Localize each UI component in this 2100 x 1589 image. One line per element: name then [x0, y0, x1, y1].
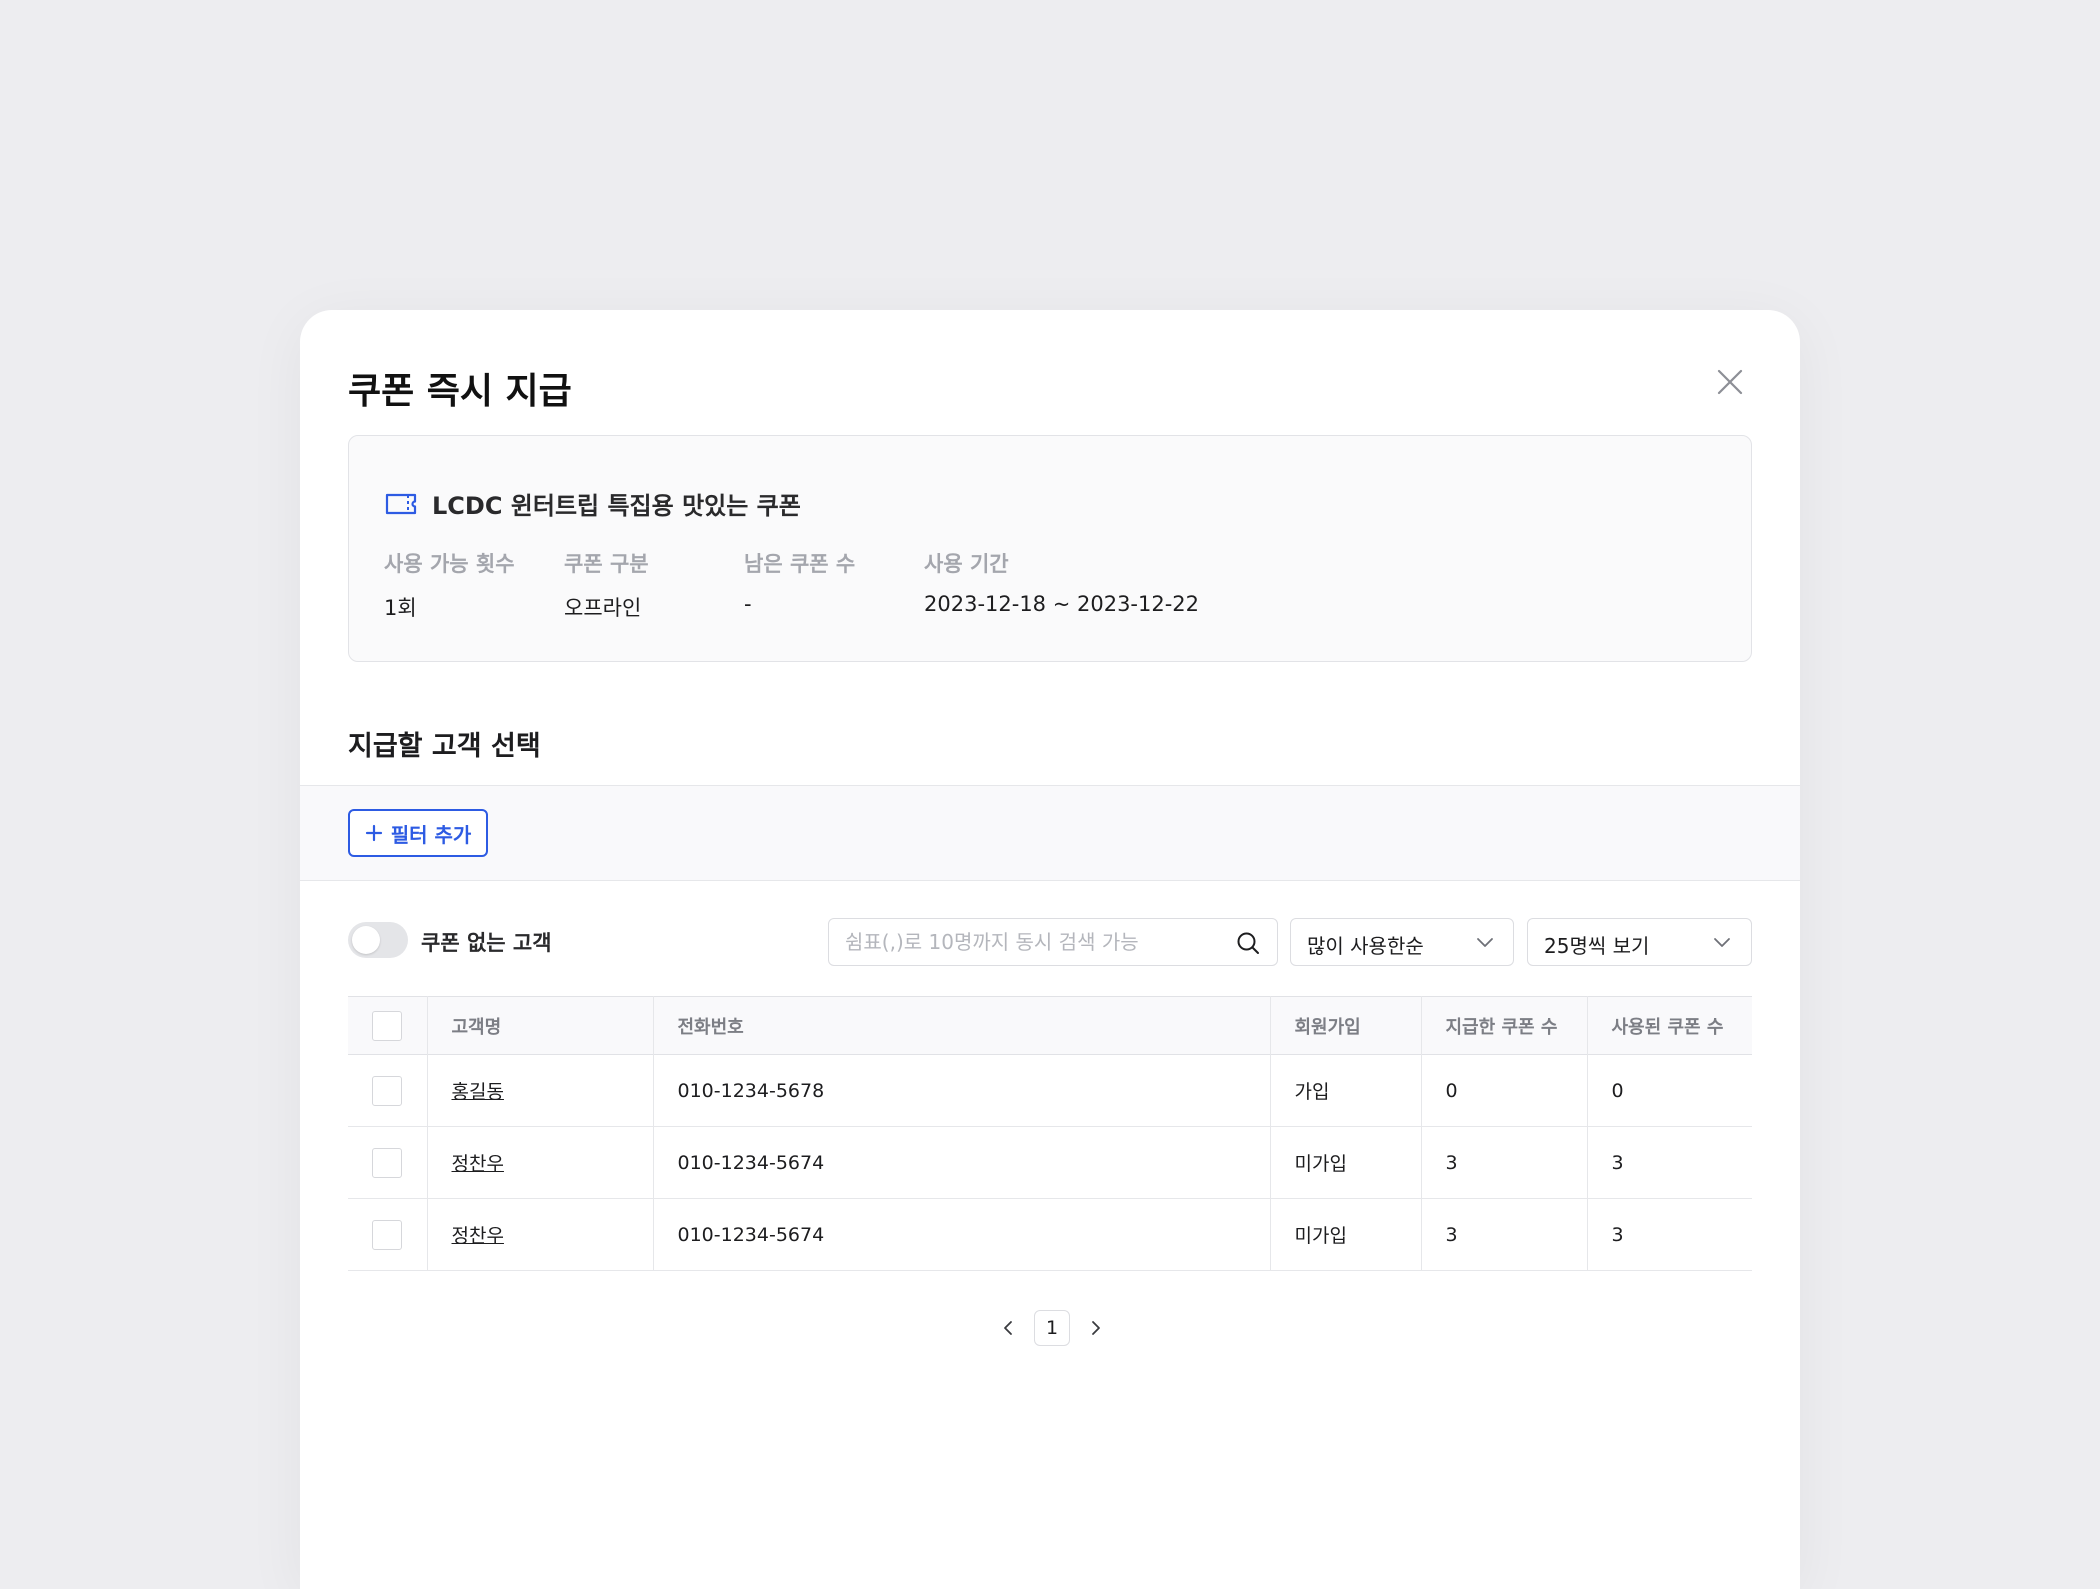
- customer-search: [828, 918, 1278, 966]
- next-page-button[interactable]: [1088, 1318, 1104, 1338]
- close-icon: [1717, 369, 1743, 395]
- page-size-select[interactable]: 25명씩 보기: [1527, 918, 1752, 966]
- table-header-row: 고객명 전화번호 회원가입 지급한 쿠폰 수 사용된 쿠폰 수: [348, 996, 1752, 1055]
- row-checkbox[interactable]: [372, 1147, 403, 1178]
- membership-cell: 미가입: [1270, 1126, 1422, 1199]
- row-select-cell: [348, 1198, 428, 1271]
- no-coupon-toggle-label: 쿠폰 없는 고객: [421, 931, 552, 955]
- add-filter-button[interactable]: 필터 추가: [348, 809, 488, 857]
- meta-label: 사용 기간: [924, 552, 1009, 576]
- pagination: 1: [1000, 1310, 1104, 1346]
- coupon-info-card: LCDC 윈터트립 특집용 맛있는 쿠폰 사용 가능 횟수 1회 쿠폰 구분 오…: [348, 435, 1752, 662]
- coupon-issue-modal: 쿠폰 즉시 지급 LCDC 윈터트립 특집용 맛있는 쿠폰 사용 가능 횟수 1…: [300, 310, 1800, 1589]
- meta-remaining-count: 남은 쿠폰 수 -: [744, 548, 855, 616]
- header-membership: 회원가입: [1270, 996, 1422, 1055]
- membership-cell: 미가입: [1270, 1198, 1422, 1271]
- meta-value: 오프라인: [564, 596, 642, 620]
- customer-name-link[interactable]: 정찬우: [452, 1225, 504, 1247]
- chevron-down-icon: [1477, 938, 1493, 947]
- used-count-cell: 3: [1611, 1151, 1624, 1174]
- coupon-name-row: LCDC 윈터트립 특집용 맛있는 쿠폰: [384, 486, 801, 521]
- chevron-left-icon: [1004, 1321, 1012, 1335]
- chevron-right-icon: [1092, 1321, 1100, 1335]
- customer-name-link[interactable]: 정찬우: [452, 1153, 504, 1175]
- sort-select[interactable]: 많이 사용한순: [1290, 918, 1514, 966]
- section-title: 지급할 고객 선택: [348, 731, 541, 762]
- sort-select-value: 많이 사용한순: [1307, 934, 1424, 958]
- toggle-knob: [352, 926, 380, 954]
- row-checkbox[interactable]: [372, 1219, 403, 1250]
- issued-count-cell: 3: [1421, 1198, 1588, 1271]
- customer-name-cell: 홍길동: [427, 1054, 654, 1127]
- meta-value: 1회: [384, 596, 417, 620]
- membership-cell: 가입: [1270, 1054, 1422, 1127]
- search-input[interactable]: [845, 919, 1215, 964]
- header-customer-name: 고객명: [427, 996, 654, 1055]
- issued-count-cell: 3: [1421, 1126, 1588, 1199]
- meta-label: 남은 쿠폰 수: [744, 552, 856, 576]
- meta-usage-count: 사용 가능 횟수 1회: [384, 548, 515, 622]
- table-row: 홍길동 010-1234-5678 가입 0 0: [348, 1054, 1752, 1127]
- meta-value: 2023-12-18 ~ 2023-12-22: [924, 592, 1200, 616]
- customer-name-cell: 정찬우: [427, 1126, 654, 1199]
- chevron-down-icon: [1714, 938, 1730, 947]
- modal-title: 쿠폰 즉시 지급: [348, 371, 572, 412]
- meta-label: 사용 가능 횟수: [384, 552, 515, 576]
- prev-page-button[interactable]: [1000, 1318, 1016, 1338]
- table-row: 정찬우 010-1234-5674 미가입 3 3: [348, 1126, 1752, 1199]
- header-issued-count: 지급한 쿠폰 수: [1421, 996, 1588, 1055]
- phone-cell: 010-1234-5674: [653, 1198, 1271, 1271]
- ticket-icon: [385, 493, 417, 514]
- customer-name-link[interactable]: 홍길동: [452, 1081, 504, 1103]
- meta-value: -: [744, 592, 752, 616]
- page-size-select-value: 25명씩 보기: [1544, 934, 1650, 958]
- row-select-cell: [348, 1054, 428, 1127]
- select-all-checkbox[interactable]: [372, 1010, 403, 1041]
- row-select-cell: [348, 1126, 428, 1199]
- add-filter-label: 필터 추가: [390, 822, 472, 847]
- meta-usage-period: 사용 기간 2023-12-18 ~ 2023-12-22: [924, 548, 1199, 616]
- search-icon[interactable]: [1235, 930, 1261, 956]
- phone-cell: 010-1234-5674: [653, 1126, 1271, 1199]
- meta-coupon-type: 쿠폰 구분 오프라인: [564, 548, 649, 622]
- phone-cell: 010-1234-5678: [653, 1054, 1271, 1127]
- plus-icon: [365, 824, 382, 842]
- select-all-cell: [348, 996, 428, 1055]
- used-count-cell: 0: [1611, 1079, 1624, 1102]
- row-checkbox[interactable]: [372, 1075, 403, 1106]
- header-phone: 전화번호: [653, 996, 1271, 1055]
- header-used-count: 사용된 쿠폰 수: [1611, 1016, 1724, 1038]
- no-coupon-toggle[interactable]: [348, 922, 408, 958]
- customer-name-cell: 정찬우: [427, 1198, 654, 1271]
- coupon-name: LCDC 윈터트립 특집용 맛있는 쿠폰: [432, 492, 801, 520]
- customer-table: 고객명 전화번호 회원가입 지급한 쿠폰 수 사용된 쿠폰 수 홍길동 010-…: [348, 996, 1752, 1271]
- table-row: 정찬우 010-1234-5674 미가입 3 3: [348, 1198, 1752, 1271]
- issued-count-cell: 0: [1421, 1054, 1588, 1127]
- page-number-button[interactable]: 1: [1034, 1310, 1070, 1346]
- used-count-cell: 3: [1611, 1223, 1624, 1246]
- meta-label: 쿠폰 구분: [564, 552, 649, 576]
- filter-bar: 필터 추가: [300, 785, 1800, 881]
- close-button[interactable]: [1710, 362, 1750, 402]
